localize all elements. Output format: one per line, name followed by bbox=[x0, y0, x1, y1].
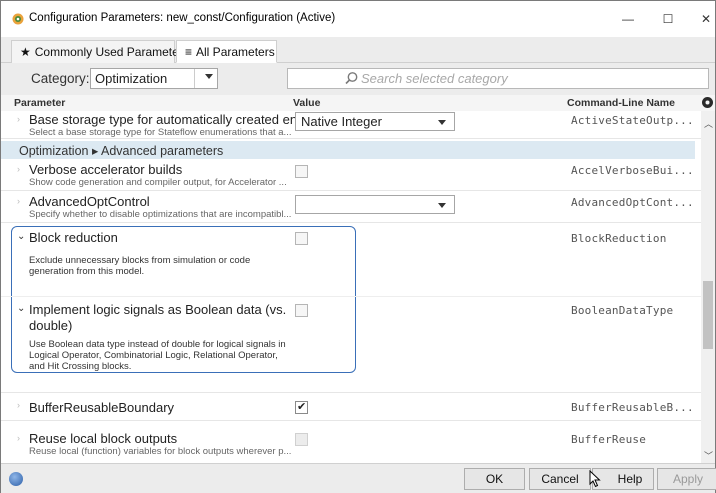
tab-strip: ★ Commonly Used Parameters ≡ All Paramet… bbox=[1, 37, 715, 63]
param-desc: Exclude unnecessary blocks from simulati… bbox=[29, 255, 299, 277]
search-input[interactable]: Search selected category bbox=[287, 68, 709, 89]
list-icon: ≡ bbox=[185, 44, 193, 59]
parameter-grid: › Base storage type for automatically cr… bbox=[1, 111, 701, 463]
chevron-right-icon: › bbox=[17, 114, 20, 124]
dropdown-value: Native Integer bbox=[301, 114, 382, 129]
buffer-boundary-checkbox[interactable] bbox=[295, 400, 308, 414]
desc-line: and Hit Crossing blocks. bbox=[29, 361, 132, 372]
group-label: Optimization ▸ Advanced parameters bbox=[19, 144, 224, 158]
desc-line: generation from this model. bbox=[29, 266, 145, 277]
param-cmd: BooleanDataType bbox=[571, 304, 674, 317]
column-value: Value bbox=[293, 97, 321, 109]
tab-label: Commonly Used Parameters bbox=[34, 45, 189, 59]
column-command-line-name: Command-Line Name bbox=[567, 97, 675, 109]
star-icon: ★ bbox=[20, 45, 31, 59]
param-name: Implement logic signals as Boolean data … bbox=[29, 302, 286, 334]
param-row-buffer-reusable-boundary[interactable]: › BufferReusableBoundary BufferReusableB… bbox=[1, 393, 701, 421]
block-reduction-checkbox[interactable] bbox=[295, 232, 308, 245]
desc-line: Logical Operator, Combinatorial Logic, R… bbox=[29, 350, 278, 361]
desc-line: Use Boolean data type instead of double … bbox=[29, 339, 286, 350]
param-cmd: BlockReduction bbox=[571, 232, 667, 245]
cancel-button[interactable]: Cancel bbox=[529, 468, 591, 490]
param-desc: Show code generation and compiler output… bbox=[29, 177, 287, 188]
dialog-footer: OK Cancel Help Apply bbox=[1, 463, 716, 493]
ok-button[interactable]: OK bbox=[464, 468, 525, 490]
base-storage-dropdown[interactable]: Native Integer bbox=[295, 112, 455, 131]
param-row-base-storage[interactable]: › Base storage type for automatically cr… bbox=[1, 111, 701, 139]
maximize-icon: ☐ bbox=[662, 12, 674, 26]
column-parameter: Parameter bbox=[14, 97, 66, 109]
param-row-boolean-data-type[interactable]: ⌄ Implement logic signals as Boolean dat… bbox=[1, 297, 701, 393]
advanced-opt-dropdown[interactable] bbox=[295, 195, 455, 214]
chevron-right-icon: › bbox=[17, 196, 20, 206]
param-name: Base storage type for automatically crea… bbox=[29, 112, 308, 127]
help-label: Help bbox=[617, 472, 643, 486]
vertical-scrollbar[interactable]: ︿ ﹀ bbox=[701, 111, 715, 463]
param-cmd: ActiveStateOutp... bbox=[571, 114, 694, 127]
simulink-app-icon bbox=[12, 13, 24, 25]
verbose-checkbox[interactable] bbox=[295, 165, 308, 178]
close-icon: ✕ bbox=[700, 12, 712, 26]
chevron-down-icon bbox=[438, 120, 446, 125]
param-cmd: AccelVerboseBui... bbox=[571, 164, 694, 177]
search-icon bbox=[345, 72, 358, 85]
info-globe-icon[interactable] bbox=[9, 472, 23, 486]
reuse-outputs-checkbox[interactable] bbox=[295, 433, 308, 446]
param-cmd: BufferReusableB... bbox=[571, 401, 694, 414]
minimize-button[interactable]: — bbox=[606, 1, 650, 37]
column-header: Parameter Value Command-Line Name bbox=[1, 95, 715, 111]
desc-line: Exclude unnecessary blocks from simulati… bbox=[29, 255, 251, 266]
apply-button[interactable]: Apply bbox=[657, 468, 716, 490]
column-settings-icon[interactable] bbox=[701, 96, 714, 109]
scroll-up-icon[interactable]: ︿ bbox=[704, 117, 713, 130]
param-name: Block reduction bbox=[29, 230, 118, 245]
param-cmd: AdvancedOptCont... bbox=[571, 196, 694, 209]
search-placeholder: Search selected category bbox=[361, 71, 508, 86]
param-name: Reuse local block outputs bbox=[29, 431, 178, 446]
param-desc: Specify whether to disable optimizations… bbox=[29, 209, 292, 220]
param-row-verbose-accelerator[interactable]: › Verbose accelerator builds Show code g… bbox=[1, 159, 701, 191]
chevron-right-icon: › bbox=[17, 400, 20, 410]
param-name: AdvancedOptControl bbox=[29, 194, 150, 209]
name-line: double) bbox=[29, 318, 73, 333]
window-title: Configuration Parameters: new_const/Conf… bbox=[29, 12, 336, 24]
chevron-down-icon[interactable]: ⌄ bbox=[17, 231, 25, 242]
param-name: BufferReusableBoundary bbox=[29, 400, 175, 415]
boolean-data-checkbox[interactable] bbox=[295, 304, 308, 317]
param-desc: Reuse local (function) variables for blo… bbox=[29, 446, 292, 457]
category-bar: Category: Optimization Search selected c… bbox=[1, 63, 715, 95]
tab-all-parameters[interactable]: ≡ All Parameters bbox=[176, 40, 277, 63]
param-row-block-reduction[interactable]: ⌄ Block reduction Exclude unnecessary bl… bbox=[1, 225, 701, 297]
help-button[interactable]: Help bbox=[592, 468, 654, 490]
scroll-down-icon[interactable]: ﹀ bbox=[704, 449, 713, 462]
param-row-reuse-local-outputs[interactable]: › Reuse local block outputs Reuse local … bbox=[1, 427, 701, 463]
chevron-down-icon bbox=[205, 74, 213, 79]
category-label: Category: bbox=[31, 71, 90, 86]
group-optimization-advanced[interactable]: Optimization ▸ Advanced parameters bbox=[1, 141, 695, 159]
tab-label: All Parameters bbox=[196, 44, 275, 59]
name-line: Implement logic signals as Boolean data … bbox=[29, 302, 287, 317]
chevron-down-icon bbox=[438, 203, 446, 208]
tab-commonly-used-parameters[interactable]: ★ Commonly Used Parameters bbox=[11, 40, 189, 63]
category-value: Optimization bbox=[95, 71, 168, 86]
minimize-icon: — bbox=[622, 12, 634, 26]
chevron-down-icon[interactable]: ⌄ bbox=[17, 303, 25, 314]
category-dropdown[interactable]: Optimization bbox=[90, 68, 218, 89]
dropdown-separator bbox=[194, 69, 195, 88]
close-button[interactable]: ✕ bbox=[684, 1, 716, 37]
param-desc: Select a base storage type for Stateflow… bbox=[29, 127, 292, 138]
title-bar: Configuration Parameters: new_const/Conf… bbox=[1, 1, 715, 37]
scrollbar-thumb[interactable] bbox=[703, 281, 713, 349]
mouse-cursor-icon bbox=[589, 470, 601, 488]
param-name: Verbose accelerator builds bbox=[29, 162, 183, 177]
param-cmd: BufferReuse bbox=[571, 433, 647, 446]
chevron-right-icon: › bbox=[17, 433, 20, 443]
param-desc: Use Boolean data type instead of double … bbox=[29, 339, 299, 372]
chevron-right-icon: › bbox=[17, 164, 20, 174]
param-row-advanced-opt-control[interactable]: › AdvancedOptControl Specify whether to … bbox=[1, 191, 701, 223]
configuration-dialog: Configuration Parameters: new_const/Conf… bbox=[0, 0, 716, 493]
